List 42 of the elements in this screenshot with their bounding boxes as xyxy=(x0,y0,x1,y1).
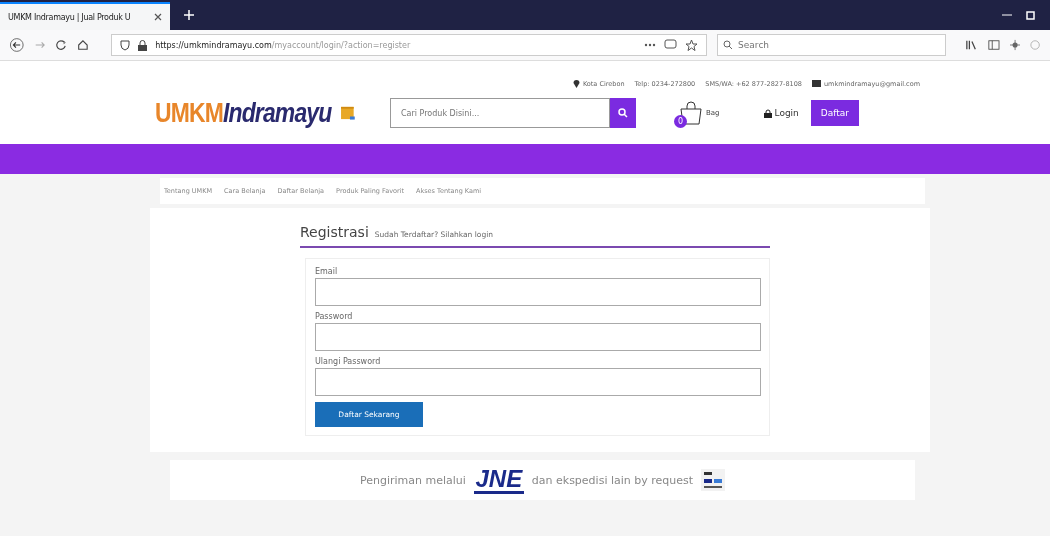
shipping-text: dan ekspedisi lain by request xyxy=(531,473,694,487)
bag-icon[interactable] xyxy=(678,101,704,125)
url-text: https://umkmindramayu.com/myaccount/login/?action=register xyxy=(155,40,411,50)
site-logo[interactable]: UMKMIndramayu xyxy=(155,97,355,129)
tagline-stripe-icon xyxy=(473,490,524,494)
field-label: Email xyxy=(315,267,339,276)
lock-icon xyxy=(763,108,772,118)
input-field[interactable] xyxy=(315,368,761,396)
search-button[interactable] xyxy=(610,98,636,128)
envelope-icon xyxy=(811,80,821,87)
home-icon[interactable] xyxy=(77,38,90,52)
more-icon[interactable] xyxy=(644,43,657,47)
cart-count: 0 xyxy=(674,115,687,128)
shipping-text: Pengiriman melalui xyxy=(359,473,466,487)
input-field[interactable] xyxy=(315,278,761,306)
courier-logos-icon xyxy=(701,469,726,491)
field-label: Ulangi Password xyxy=(315,357,382,366)
search-icon xyxy=(618,108,628,118)
restore-icon[interactable] xyxy=(1026,10,1036,20)
new-tab-icon[interactable] xyxy=(184,10,194,20)
pocket-icon[interactable] xyxy=(664,39,678,51)
search-field[interactable]: Search xyxy=(717,34,946,56)
login-link[interactable]: Login xyxy=(763,108,799,118)
library-icon[interactable] xyxy=(965,39,978,51)
form-title: Registrasi xyxy=(300,224,369,240)
reload-icon[interactable] xyxy=(55,38,68,52)
shield-icon xyxy=(120,39,131,51)
star-icon[interactable] xyxy=(685,38,699,52)
product-search-field[interactable]: Cari Produk Disini... xyxy=(390,98,610,128)
address-bar[interactable]: https://umkmindramayu.com/myaccount/login/?action=register xyxy=(111,34,708,56)
field-label: Password xyxy=(315,312,354,321)
browser-tab[interactable]: UMKM Indramayu | Jual Produk U xyxy=(0,2,170,30)
lock-icon xyxy=(138,39,148,51)
sidebar-icon[interactable] xyxy=(987,39,1000,51)
register-button[interactable]: Daftar xyxy=(810,100,860,126)
close-icon[interactable] xyxy=(154,13,162,21)
pin-icon xyxy=(572,79,580,88)
input-field[interactable] xyxy=(315,323,761,351)
extension-icon[interactable] xyxy=(1009,39,1020,51)
back-icon[interactable] xyxy=(10,37,24,53)
courier-logo: JNE xyxy=(473,466,524,494)
search-icon xyxy=(723,40,734,50)
